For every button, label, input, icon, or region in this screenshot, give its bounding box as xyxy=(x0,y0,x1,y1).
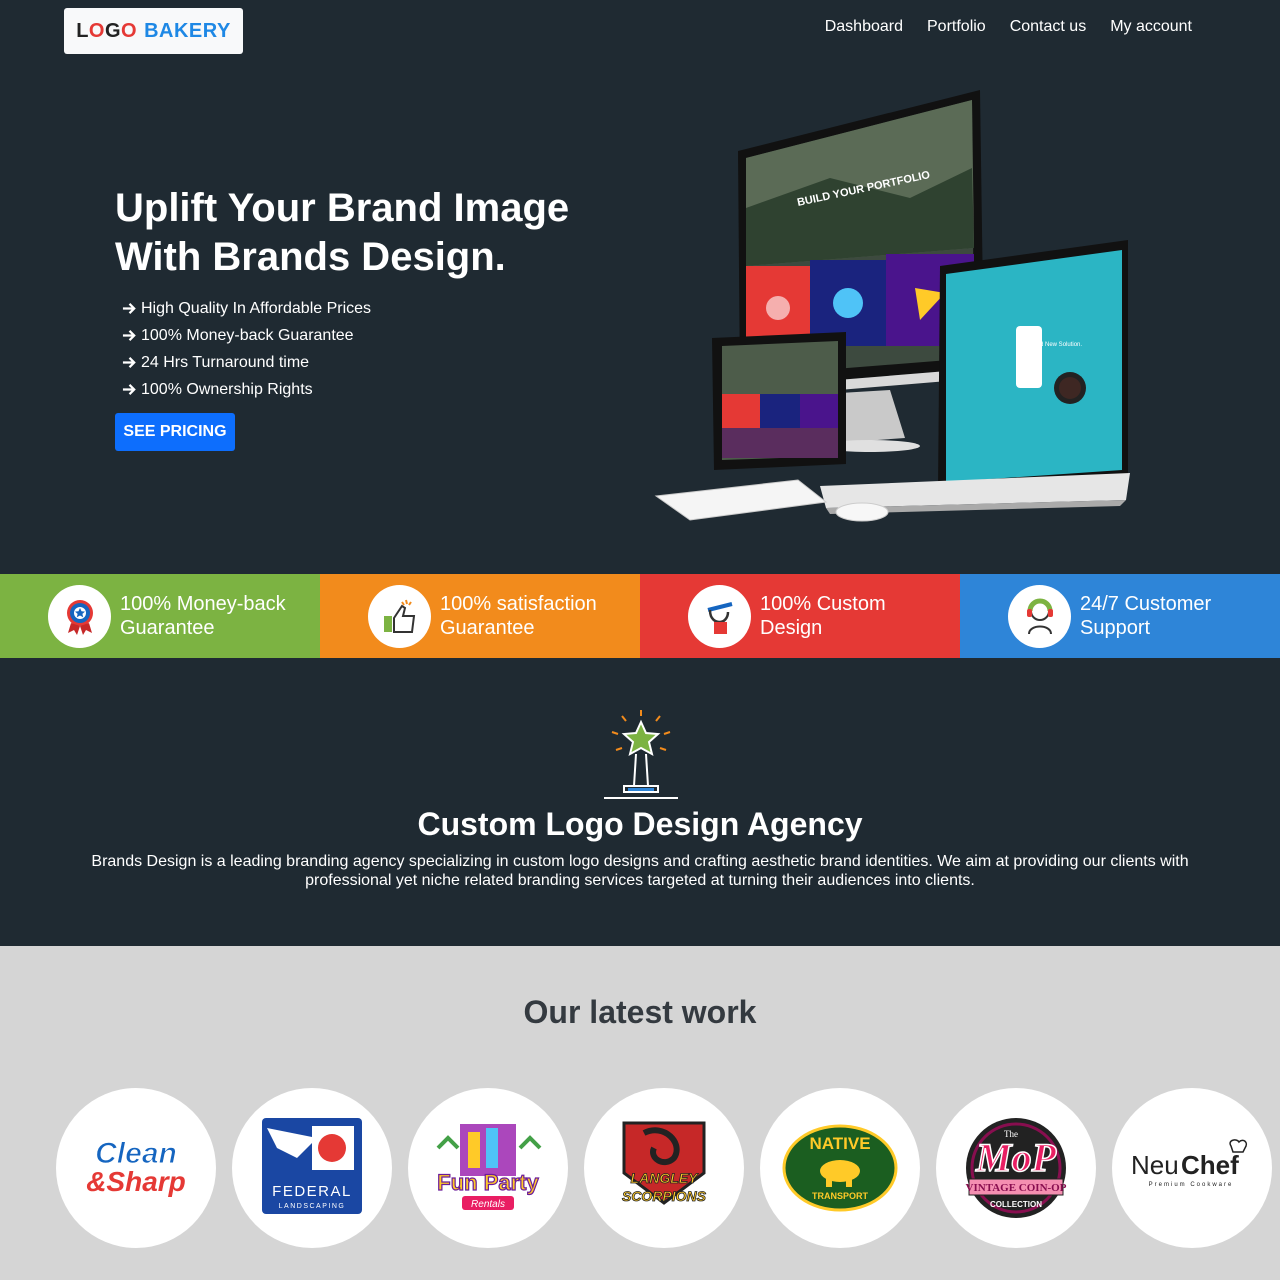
star-trophy-icon xyxy=(604,710,678,799)
logo-text: NATIVE xyxy=(809,1134,870,1153)
neuchef-logo: Neu Chef Premium Cookware xyxy=(1131,1139,1248,1188)
nav-portfolio[interactable]: Portfolio xyxy=(927,18,986,36)
portfolio-logo-neuchef[interactable]: Neu Chef Premium Cookware xyxy=(1112,1088,1272,1248)
logo-text: MoP xyxy=(975,1135,1057,1180)
hero-section: Uplift Your Brand Image With Brands Desi… xyxy=(0,60,1280,574)
feature-text: 100% Money-back Guarantee xyxy=(141,327,354,344)
feature-item: High Quality In Affordable Prices xyxy=(122,295,371,322)
strip-line: Design xyxy=(760,617,823,639)
logo-word: BAKERY xyxy=(144,19,231,42)
guarantee-strip: 100% Money-back Guarantee 100% satisfacti… xyxy=(0,574,1280,658)
feature-item: 100% Ownership Rights xyxy=(122,376,371,403)
site-logo[interactable]: L O G O BAKERY xyxy=(64,8,243,54)
nav-dashboard[interactable]: Dashboard xyxy=(825,18,903,36)
logo-letter: L xyxy=(76,19,89,42)
portfolio-logo-clean-sharp[interactable]: Clean &Sharp xyxy=(56,1088,216,1248)
clean-sharp-logo: Clean &Sharp xyxy=(86,1137,186,1198)
nav-contact[interactable]: Contact us xyxy=(1010,18,1086,36)
agency-title: Custom Logo Design Agency xyxy=(417,806,863,842)
strip-line: 100% Money-back xyxy=(120,593,286,615)
strip-line: Guarantee xyxy=(120,617,215,639)
hero-title-line: Uplift Your Brand Image xyxy=(115,186,570,230)
logo-text: LANDSCAPING xyxy=(279,1203,346,1210)
strip-line: Guarantee xyxy=(440,617,535,639)
strip-text: 24/7 Customer Support xyxy=(1080,592,1260,640)
agency-section: Custom Logo Design Agency Brands Design … xyxy=(0,658,1280,946)
strip-text: 100% Custom Design xyxy=(760,592,940,640)
award-badge-icon xyxy=(48,584,111,648)
feature-list: High Quality In Affordable Prices 100% M… xyxy=(122,295,371,403)
portfolio-logo-federal[interactable]: FEDERAL LANDSCAPING xyxy=(232,1088,392,1248)
arrow-right-icon xyxy=(122,357,136,368)
nav-my-account[interactable]: My account xyxy=(1110,18,1192,36)
strip-satisfaction: 100% satisfaction Guarantee xyxy=(320,574,640,658)
portfolio-logo-mop[interactable]: The MoP VINTAGE COIN-OP COLLECTION xyxy=(936,1088,1096,1248)
logo-text: LANGLEY xyxy=(631,1170,700,1186)
arrow-right-icon xyxy=(122,303,136,314)
arrow-right-icon xyxy=(122,330,136,341)
strip-line: 24/7 Customer xyxy=(1080,593,1212,615)
federal-logo: FEDERAL LANDSCAPING xyxy=(262,1118,362,1214)
portfolio-logo-list: Clean &Sharp FEDERAL LANDSCAPING Fun Par… xyxy=(56,1088,1272,1248)
headset-support-icon xyxy=(1008,584,1071,648)
feature-text: 24 Hrs Turnaround time xyxy=(141,354,310,371)
logo-text: Rentals xyxy=(471,1199,505,1210)
feature-text: 100% Ownership Rights xyxy=(141,381,313,398)
fun-party-logo: Fun Party Rentals xyxy=(436,1124,542,1210)
logo-text: SCORPIONS xyxy=(622,1188,707,1204)
logo-text: Neu xyxy=(1131,1150,1179,1180)
strip-support: 24/7 Customer Support xyxy=(960,574,1280,658)
site-header: L O G O BAKERY Dashboard Portfolio Contact u… xyxy=(0,0,1280,60)
strip-line: 100% Custom xyxy=(760,593,886,615)
logo-text: &Sharp xyxy=(86,1166,186,1197)
feature-item: 100% Money-back Guarantee xyxy=(122,322,371,349)
latest-work-section: Our latest work Clean &Sharp FEDERAL LAN… xyxy=(0,946,1280,1280)
pen-design-icon xyxy=(688,584,751,648)
logo-letter: O xyxy=(88,19,105,42)
laptop-caption: A Brand New Solution. xyxy=(1022,342,1082,348)
logo-text: Chef xyxy=(1181,1150,1239,1180)
strip-text: 100% satisfaction Guarantee xyxy=(440,592,620,640)
see-pricing-button[interactable]: SEE PRICING xyxy=(115,413,235,451)
strip-custom-design: 100% Custom Design xyxy=(640,574,960,658)
feature-text: High Quality In Affordable Prices xyxy=(141,300,372,317)
logo-text: FEDERAL xyxy=(272,1183,352,1200)
logo-letter: O xyxy=(121,19,138,42)
strip-text: 100% Money-back Guarantee xyxy=(120,592,300,640)
langley-scorpions-logo: LANGLEY SCORPIONS xyxy=(622,1121,707,1205)
portfolio-logo-fun-party[interactable]: Fun Party Rentals xyxy=(408,1088,568,1248)
logo-text: Premium Cookware xyxy=(1149,1182,1234,1188)
strip-money-back: 100% Money-back Guarantee xyxy=(0,574,320,658)
mop-vintage-logo: The MoP VINTAGE COIN-OP COLLECTION xyxy=(966,1118,1067,1218)
strip-line: Support xyxy=(1080,617,1151,639)
logo-letter: G xyxy=(104,19,122,42)
work-title: Our latest work xyxy=(523,994,757,1030)
feature-item: 24 Hrs Turnaround time xyxy=(122,349,371,376)
hero-title: Uplift Your Brand Image With Brands Desi… xyxy=(115,184,635,282)
arrow-right-icon xyxy=(122,384,136,395)
devices-mockup-image: BUILD YOUR PORTFOLIO A Brand New Solutio… xyxy=(654,90,1130,522)
portfolio-logo-langley[interactable]: LANGLEY SCORPIONS xyxy=(584,1088,744,1248)
logo-text: Fun Party xyxy=(437,1170,539,1195)
logo-text: COLLECTION xyxy=(990,1200,1042,1209)
logo-text: TRANSPORT xyxy=(812,1191,869,1201)
native-transport-logo: NATIVE TRANSPORT xyxy=(782,1124,898,1212)
agency-description: Brands Design is a leading branding agen… xyxy=(91,853,1189,889)
portfolio-logo-native[interactable]: NATIVE TRANSPORT xyxy=(760,1088,920,1248)
logo-text: VINTAGE COIN-OP xyxy=(966,1182,1067,1194)
main-nav: Dashboard Portfolio Contact us My accoun… xyxy=(825,18,1192,36)
thumbs-up-icon xyxy=(368,584,431,648)
strip-line: 100% satisfaction xyxy=(440,593,597,615)
hero-title-line: With Brands Design. xyxy=(115,235,506,279)
